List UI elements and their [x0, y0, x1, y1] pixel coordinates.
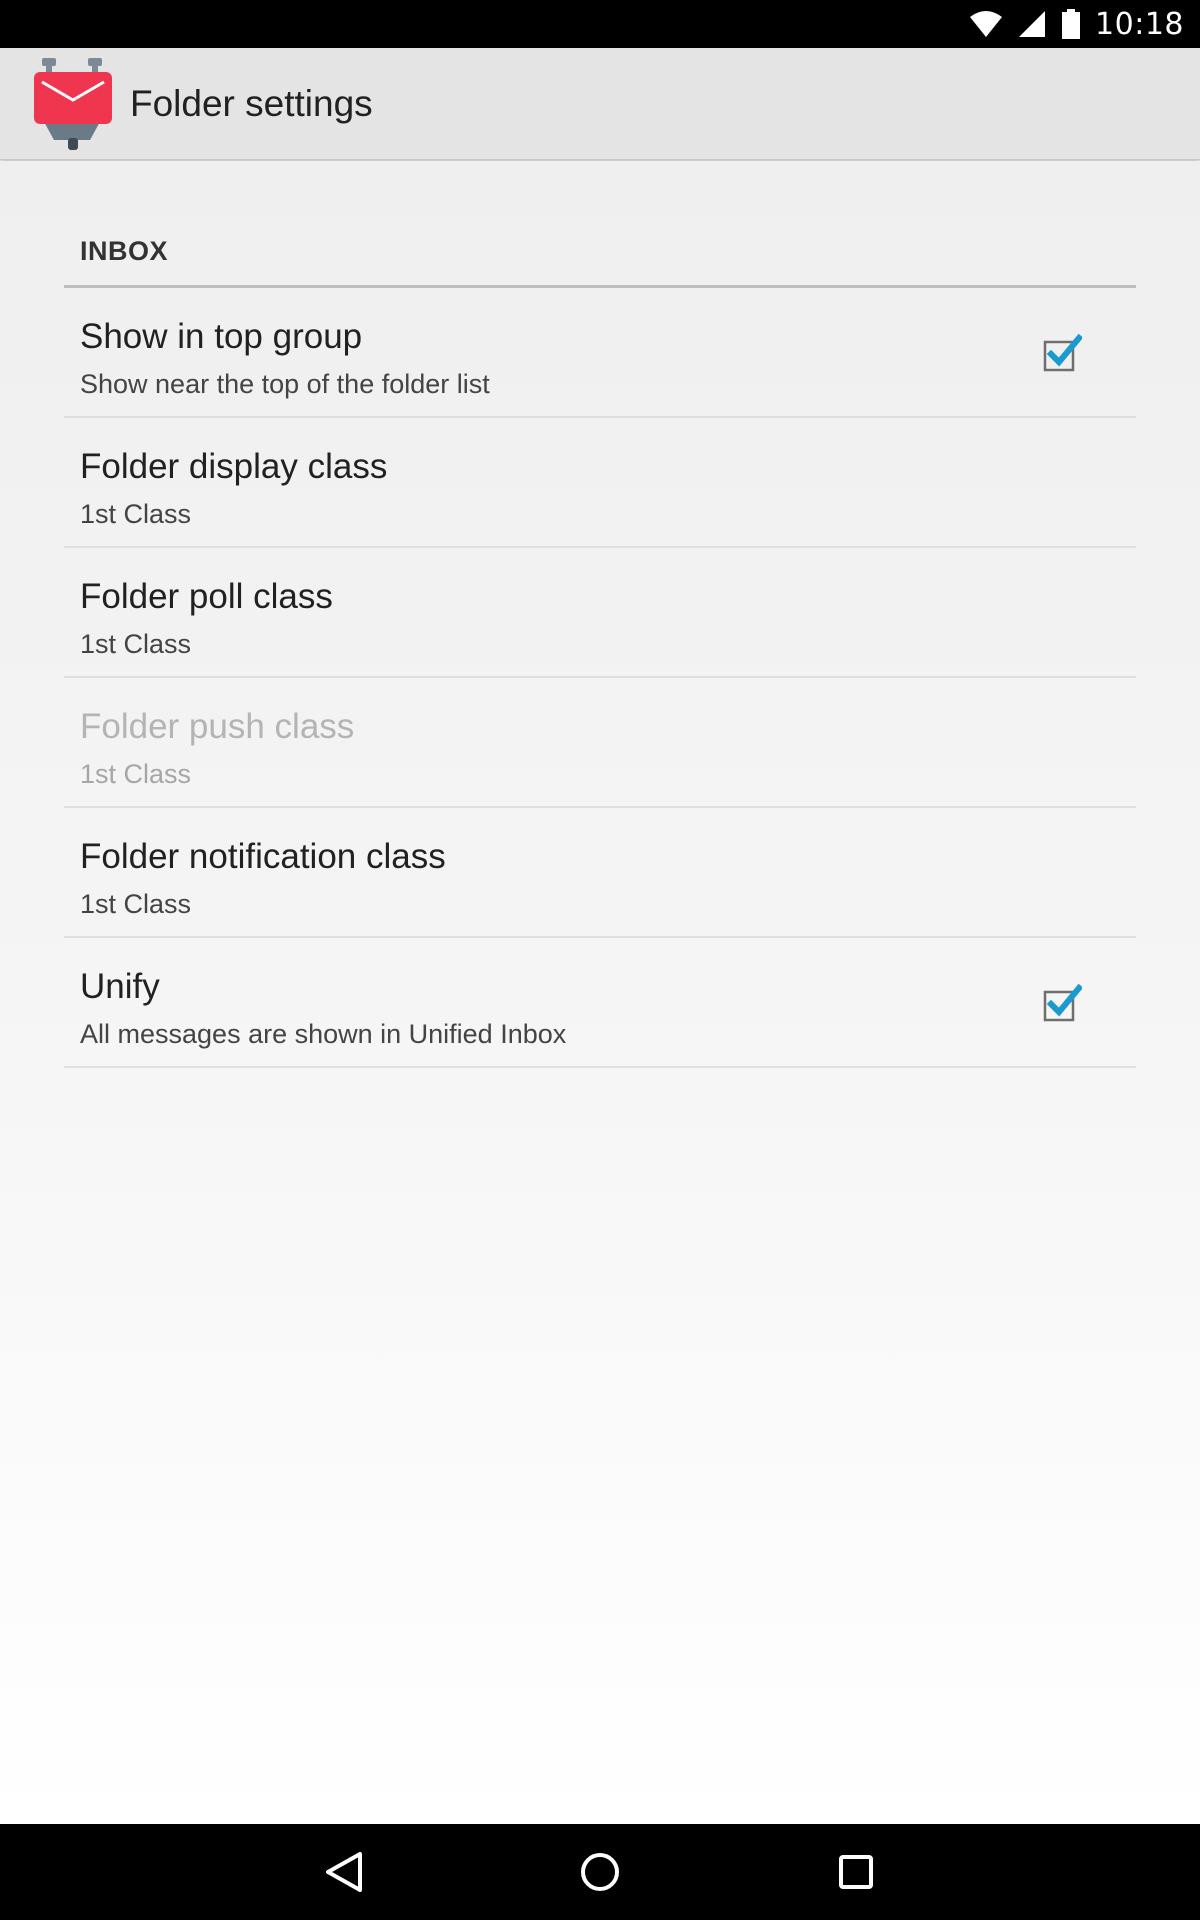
pref-title: Show in top group [80, 317, 363, 356]
pref-summary: 1st Class [80, 499, 192, 529]
pref-folder-display-class[interactable]: Folder display class 1st Class [64, 418, 1136, 548]
back-icon[interactable] [314, 1842, 374, 1902]
pref-summary: 1st Class [80, 889, 192, 919]
preference-list: Show in top group Show near the top of t… [64, 288, 1136, 1068]
battery-icon [1062, 9, 1081, 39]
pref-summary: Show near the top of the folder list [80, 369, 490, 399]
status-bar: 10:18 [0, 0, 1200, 48]
pref-unify[interactable]: Unify All messages are shown in Unified … [64, 938, 1136, 1068]
section-title: INBOX [80, 236, 169, 266]
pref-show-in-top-group[interactable]: Show in top group Show near the top of t… [64, 288, 1136, 418]
signal-icon [1019, 11, 1046, 37]
pref-summary: All messages are shown in Unified Inbox [80, 1019, 567, 1049]
pref-folder-notification-class[interactable]: Folder notification class 1st Class [64, 808, 1136, 938]
pref-summary: 1st Class [80, 629, 192, 659]
checkbox-checked-icon[interactable] [1042, 334, 1082, 374]
pref-title: Folder notification class [80, 837, 446, 876]
pref-title: Folder push class [80, 707, 355, 746]
navigation-bar [0, 1824, 1200, 1920]
status-icons: 10:18 [969, 0, 1184, 48]
section-header: INBOX [64, 231, 1136, 288]
wifi-icon [970, 11, 1003, 37]
page-title: Folder settings [130, 83, 373, 124]
action-bar: Folder settings [0, 48, 1200, 160]
recents-icon[interactable] [826, 1842, 886, 1902]
home-icon[interactable] [570, 1842, 630, 1902]
pref-title: Folder poll class [80, 577, 333, 616]
k9-mail-icon[interactable] [30, 56, 118, 152]
status-time: 10:18 [1095, 6, 1184, 42]
settings-content: INBOX Show in top group Show near the to… [0, 161, 1200, 1824]
pref-folder-push-class: Folder push class 1st Class [64, 678, 1136, 808]
checkbox-checked-icon[interactable] [1042, 984, 1082, 1024]
pref-summary: 1st Class [80, 759, 192, 789]
pref-title: Folder display class [80, 447, 388, 486]
pref-title: Unify [80, 967, 160, 1006]
pref-folder-poll-class[interactable]: Folder poll class 1st Class [64, 548, 1136, 678]
